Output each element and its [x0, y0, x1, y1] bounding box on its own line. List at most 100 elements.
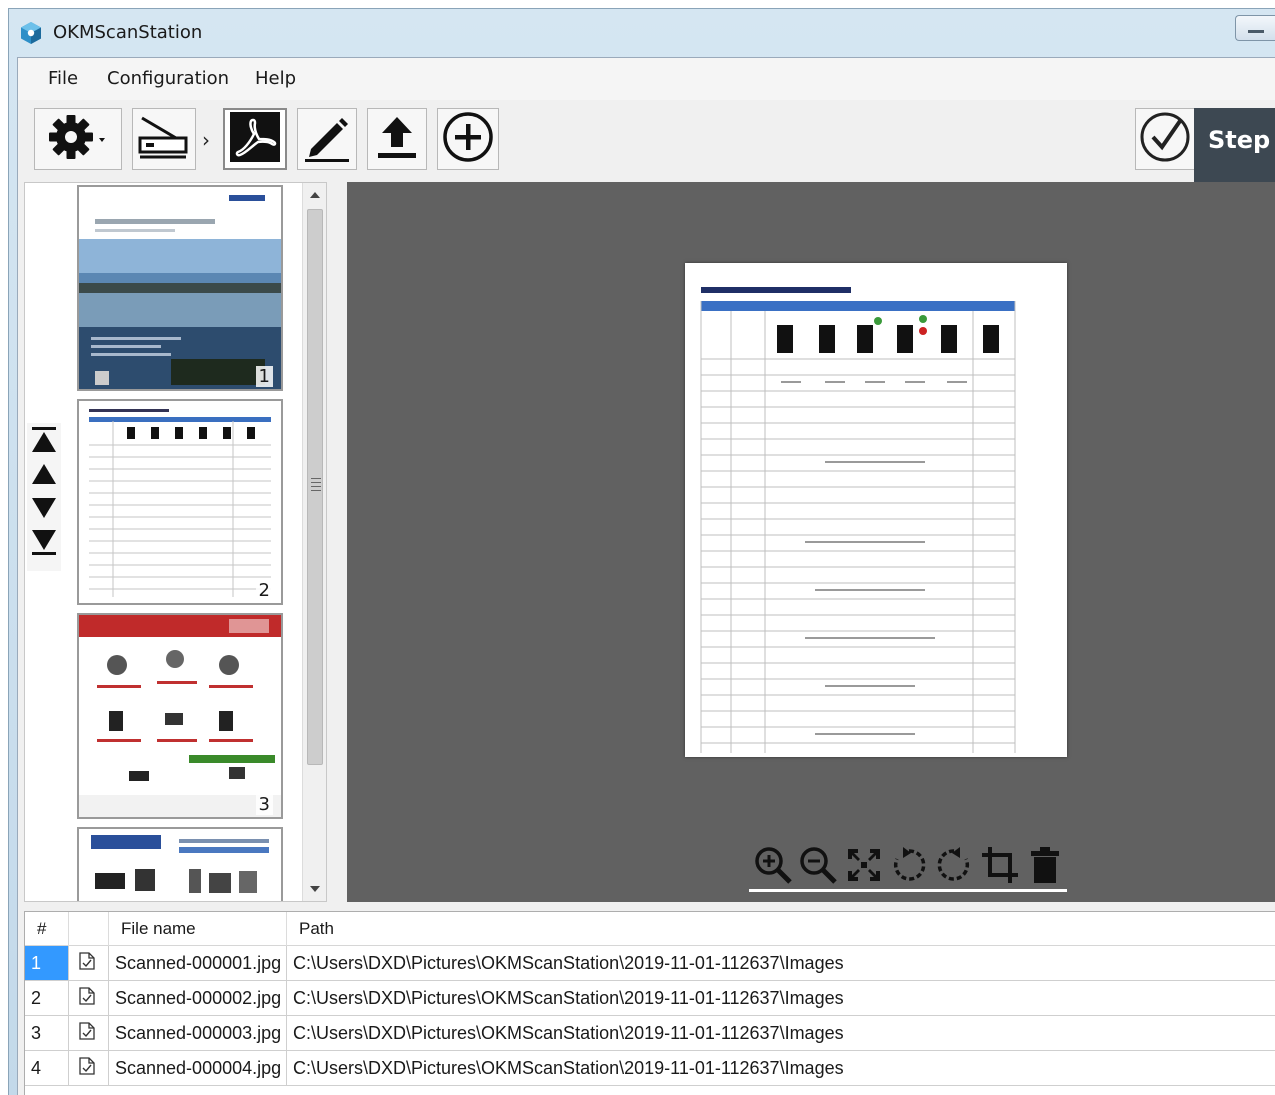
thumbnail-page-number: 3 — [255, 794, 273, 815]
page-thumbnail[interactable]: 1 — [77, 185, 283, 391]
document-image — [685, 263, 1067, 757]
menu-bar: File Configuration Help — [18, 58, 1275, 100]
row-icon-cell — [69, 981, 109, 1015]
column-header-icon[interactable] — [69, 912, 109, 946]
grip-icon — [311, 478, 321, 492]
crop-icon — [980, 845, 1020, 889]
page-thumbnail[interactable] — [77, 827, 283, 901]
document-viewer[interactable] — [347, 182, 1275, 902]
first-page-icon — [31, 426, 57, 458]
page-thumbnail[interactable]: 3 — [77, 613, 283, 819]
prev-page-icon — [31, 462, 57, 490]
thumbnail-page-number: 2 — [255, 580, 273, 601]
viewer-toolbar — [749, 844, 1067, 892]
file-list-table: # File name Path 1 Scanned-000001.jpg C:\U… — [24, 911, 1275, 1095]
add-circle-icon — [441, 110, 495, 168]
thumbnail-page-number: 1 — [255, 366, 273, 387]
scanner-icon — [136, 112, 192, 166]
rotate-left-icon — [889, 845, 929, 889]
image-file-icon — [79, 1052, 95, 1085]
column-header-path[interactable]: Path — [287, 912, 1275, 946]
trash-icon — [1025, 845, 1065, 889]
upload-button[interactable] — [367, 108, 427, 170]
thumbnail-image — [79, 615, 281, 817]
zoom-out-icon — [798, 845, 838, 889]
file-path-cell: C:\Users\DXD\Pictures\OKMScanStation\201… — [293, 1058, 844, 1078]
rotate-right-button[interactable] — [933, 845, 976, 889]
thumbnail-image — [79, 829, 281, 901]
file-name-cell: Scanned-000001.jpg — [109, 946, 287, 980]
rotate-left-button[interactable] — [887, 845, 930, 889]
table-row[interactable]: 1 Scanned-000001.jpg C:\Users\DXD\Pictures… — [25, 946, 1275, 981]
thumbnail-scrollbar[interactable] — [302, 183, 326, 901]
row-number: 3 — [25, 1016, 69, 1050]
row-number: 1 — [25, 946, 69, 980]
zoom-out-button[interactable] — [796, 845, 839, 889]
menu-file[interactable]: File — [48, 68, 78, 89]
column-header-file-name[interactable]: File name — [109, 912, 287, 946]
zoom-in-icon — [753, 845, 793, 889]
page-thumbnail[interactable]: 2 — [77, 399, 283, 605]
delete-button[interactable] — [1024, 845, 1067, 889]
last-page-button[interactable] — [30, 529, 58, 559]
scroll-down-arrow[interactable] — [303, 879, 326, 899]
minimize-button[interactable] — [1235, 15, 1275, 41]
page-navigation — [27, 423, 61, 571]
row-icon-cell — [69, 1016, 109, 1050]
fit-page-button[interactable] — [842, 845, 885, 889]
table-row[interactable]: 3 Scanned-000003.jpg C:\Users\DXD\Pictures… — [25, 1016, 1275, 1051]
window-title: OKMScanStation — [53, 22, 203, 43]
add-button[interactable] — [437, 108, 499, 170]
first-page-button[interactable] — [30, 427, 58, 457]
scan-button[interactable] — [132, 108, 196, 170]
next-page-button[interactable] — [30, 495, 58, 525]
file-name-cell: Scanned-000002.jpg — [109, 981, 287, 1015]
zoom-in-button[interactable] — [751, 845, 794, 889]
image-file-icon — [79, 1017, 95, 1050]
fit-icon — [844, 845, 884, 889]
thumbnail-image — [79, 401, 281, 603]
client-area: File Configuration Help › Step 1 2 3 # F… — [17, 57, 1275, 1095]
menu-help[interactable]: Help — [255, 68, 296, 89]
image-file-icon — [79, 947, 95, 980]
table-row[interactable]: 2 Scanned-000002.jpg C:\Users\DXD\Pictures… — [25, 981, 1275, 1016]
app-window: OKMScanStation File Configuration Help ›… — [8, 8, 1275, 1095]
row-number: 4 — [25, 1051, 69, 1085]
image-file-icon — [79, 982, 95, 1015]
pencil-icon — [301, 111, 353, 167]
file-path-cell: C:\Users\DXD\Pictures\OKMScanStation\201… — [293, 953, 844, 973]
scrollbar-thumb[interactable] — [307, 209, 323, 765]
prev-page-button[interactable] — [30, 461, 58, 491]
upload-icon — [372, 111, 422, 167]
file-name-cell: Scanned-000003.jpg — [109, 1016, 287, 1050]
file-path-cell: C:\Users\DXD\Pictures\OKMScanStation\201… — [293, 1023, 844, 1043]
file-path-cell: C:\Users\DXD\Pictures\OKMScanStation\201… — [293, 988, 844, 1008]
step-panel[interactable]: Step — [1194, 108, 1275, 186]
table-row[interactable]: 4 Scanned-000004.jpg C:\Users\DXD\Pictures… — [25, 1051, 1275, 1086]
next-page-icon — [31, 496, 57, 524]
edit-button[interactable] — [297, 108, 357, 170]
last-page-icon — [31, 528, 57, 560]
step-separator: › — [202, 128, 210, 152]
row-icon-cell — [69, 946, 109, 980]
panel-splitter[interactable] — [327, 182, 347, 902]
row-number: 2 — [25, 981, 69, 1015]
column-header-number[interactable]: # — [25, 912, 69, 946]
table-header: # File name Path — [25, 912, 1275, 946]
crop-button[interactable] — [978, 845, 1021, 889]
settings-button[interactable] — [34, 108, 122, 170]
gear-icon — [47, 114, 109, 164]
menu-configuration[interactable]: Configuration — [107, 68, 229, 89]
app-logo-icon — [19, 21, 43, 45]
pdf-button[interactable] — [223, 108, 287, 170]
row-icon-cell — [69, 1051, 109, 1085]
title-bar[interactable]: OKMScanStation — [9, 9, 1275, 57]
check-circle-icon — [1137, 109, 1193, 169]
thumbnail-image — [79, 187, 281, 389]
page-preview — [685, 263, 1067, 757]
confirm-button[interactable] — [1135, 108, 1195, 170]
thumbnail-panel: 1 2 3 — [24, 182, 327, 902]
rotate-right-icon — [934, 845, 974, 889]
scroll-up-arrow[interactable] — [303, 185, 326, 205]
pdf-icon — [228, 110, 282, 168]
